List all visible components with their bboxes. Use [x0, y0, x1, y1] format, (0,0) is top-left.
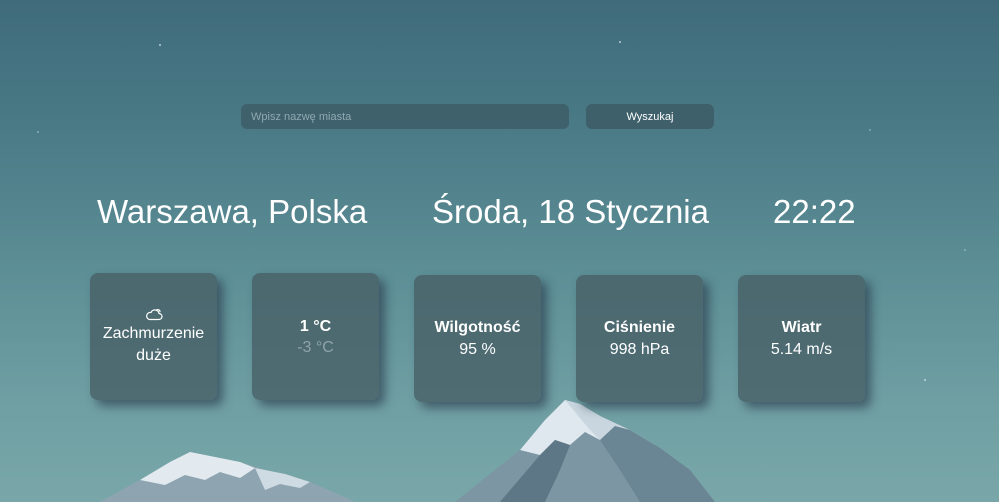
location-label: Warszawa, Polska	[97, 193, 368, 230]
city-search-input[interactable]	[241, 104, 569, 129]
wind-title: Wiatr	[781, 318, 822, 336]
pressure-title: Ciśnienie	[603, 318, 676, 336]
condition-label: Zachmurzenie duże	[102, 324, 205, 364]
feels-like-temperature: -3 °C	[297, 338, 334, 356]
temperature-value: 1 °C	[299, 317, 332, 335]
humidity-title: Wilgotność	[434, 318, 521, 336]
search-button[interactable]: Wyszukaj	[586, 104, 714, 129]
pressure-value: 998 hPa	[609, 340, 670, 358]
temperature-card: 1 °C -3 °C	[252, 273, 379, 400]
current-info-row: Warszawa, Polska Środa, 18 Stycznia 22:2…	[0, 190, 999, 234]
mountain-landscape-image	[37, 41, 966, 502]
condition-card: Zachmurzenie duże	[90, 273, 217, 400]
pressure-card: Ciśnienie 998 hPa	[576, 275, 703, 402]
search-bar: Wyszukaj	[241, 104, 714, 129]
humidity-card: Wilgotność 95 %	[414, 275, 541, 402]
date-label: Środa, 18 Stycznia	[432, 193, 709, 230]
time-label: 22:22	[773, 193, 856, 230]
wind-value: 5.14 m/s	[770, 340, 833, 358]
wind-card: Wiatr 5.14 m/s	[738, 275, 865, 402]
humidity-value: 95 %	[459, 340, 496, 358]
cloud-icon	[145, 308, 163, 320]
weather-app-background: Wyszukaj Warszawa, Polska Środa, 18 Styc…	[0, 0, 999, 502]
